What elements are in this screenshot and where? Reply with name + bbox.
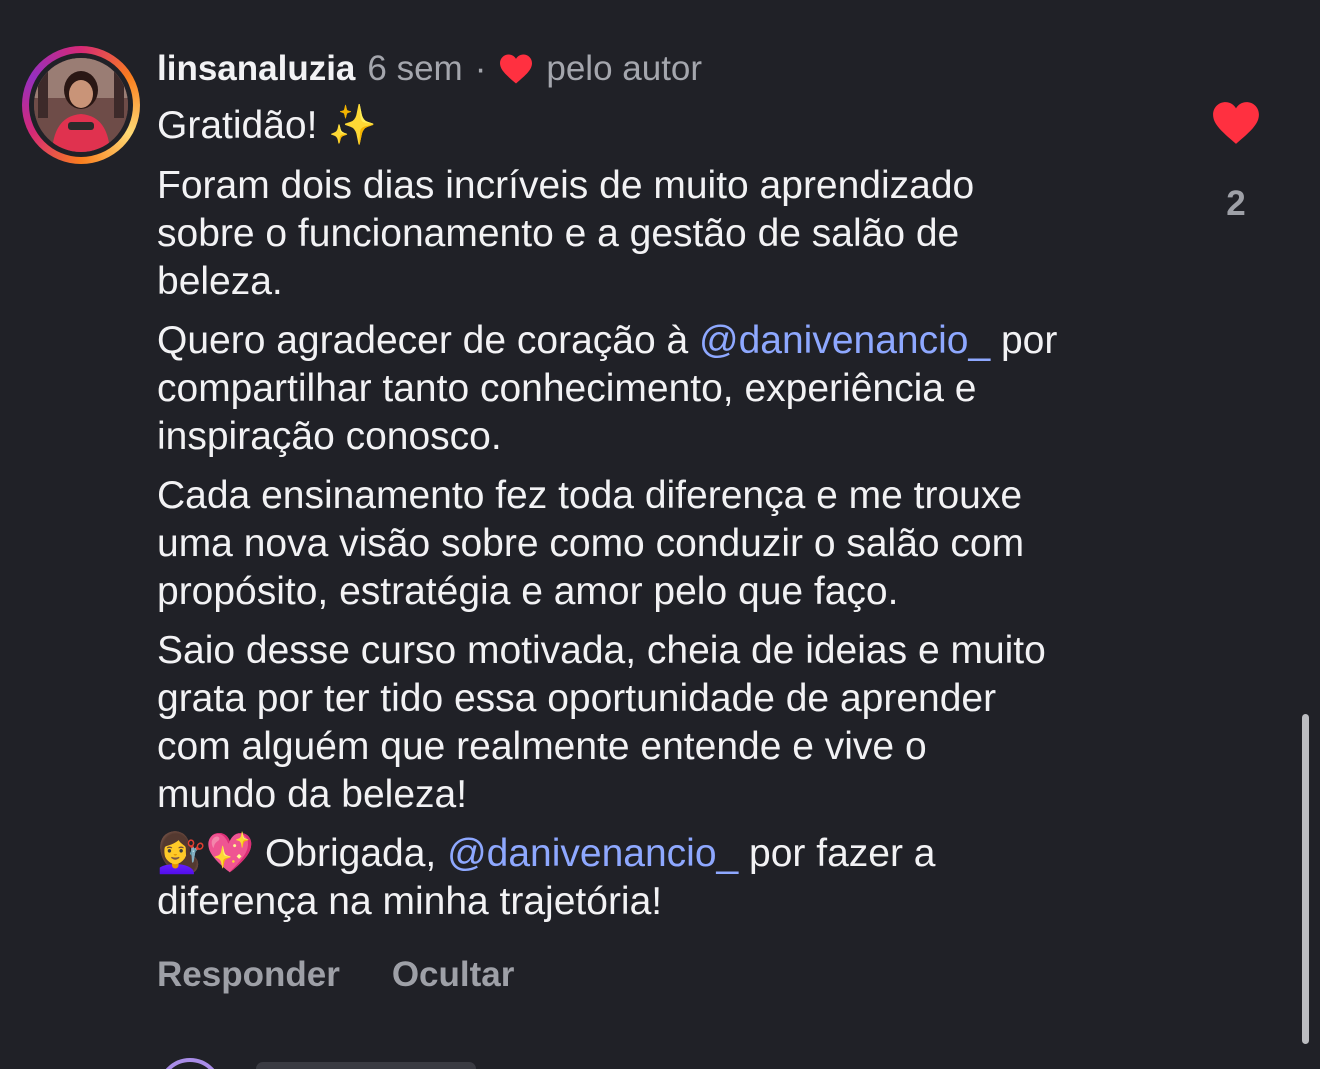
heart-filled-icon[interactable]	[1211, 100, 1261, 146]
comment-paragraph: Foram dois dias incríveis de muito apren…	[157, 164, 975, 303]
avatar[interactable]	[158, 1058, 222, 1069]
comment-body: Gratidão! ✨ Foram dois dias incríveis de…	[157, 102, 1167, 926]
comment-screen: linsanaluzia 6 sem · pelo autor Gratidão…	[0, 0, 1320, 1069]
comment: linsanaluzia 6 sem · pelo autor Gratidão…	[157, 46, 1167, 937]
heart-filled-icon	[500, 54, 533, 84]
reply-button[interactable]: Responder	[157, 955, 340, 995]
hide-button[interactable]: Ocultar	[392, 955, 515, 995]
comment-paragraph: 💇‍♀️💖 Obrigada, @danivenancio_ por fazer…	[157, 830, 1167, 926]
liked-by-author-label: pelo autor	[546, 49, 703, 88]
comment-meta: linsanaluzia 6 sem · pelo autor	[157, 46, 1167, 92]
emoji: 💇‍♀️💖	[157, 831, 255, 876]
mention-link[interactable]: @danivenancio_	[447, 832, 738, 875]
comment-paragraph: Saio desse curso motivada, cheia de idei…	[157, 629, 1046, 816]
paragraph-text: Obrigada,	[254, 832, 448, 875]
username[interactable]: linsanaluzia	[157, 46, 355, 92]
separator-dot: ·	[474, 49, 487, 88]
comment-actions: Responder Ocultar	[157, 955, 514, 995]
mention-link[interactable]: @danivenancio_	[699, 319, 990, 362]
like-count[interactable]: 2	[1208, 184, 1264, 224]
username	[256, 1062, 476, 1069]
comment-paragraph: Cada ensinamento fez toda diferença e me…	[157, 474, 1025, 613]
comment-paragraph: Gratidão! ✨	[157, 104, 377, 147]
comment-time: 6 sem	[367, 49, 463, 88]
paragraph-text: Quero agradecer de coração à	[157, 319, 700, 362]
avatar[interactable]	[34, 58, 128, 152]
comment-paragraph: Quero agradecer de coração à @danivenanc…	[157, 317, 1167, 461]
avatar-photo	[34, 58, 128, 152]
scrollbar[interactable]	[1302, 714, 1309, 1044]
story-ring[interactable]	[22, 46, 140, 164]
like-column: 2	[1208, 100, 1264, 224]
